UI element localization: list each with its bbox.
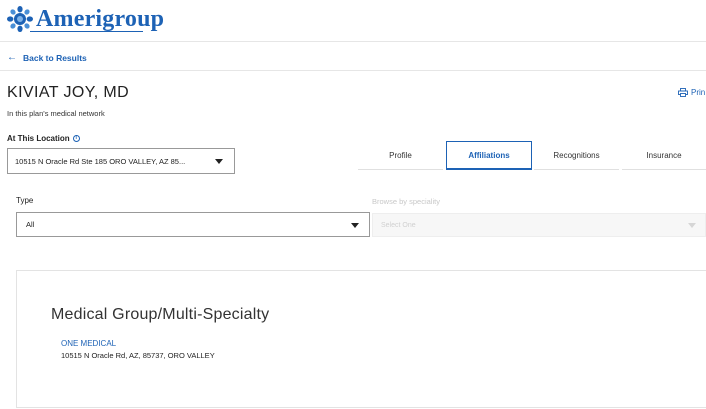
specialty-filter-placeholder: Select One [381, 221, 416, 229]
affiliated-org-link[interactable]: ONE MEDICAL [61, 339, 116, 348]
location-selected-value: 10515 N Oracle Rd Ste 185 ORO VALLEY, AZ… [15, 156, 186, 166]
chevron-down-icon [688, 223, 696, 228]
provider-tabs: Profile Affiliations Recognitions Insura… [358, 141, 706, 170]
printer-icon [678, 88, 688, 97]
brand-name: Amerigroup [36, 5, 165, 32]
location-select[interactable]: 10515 N Oracle Rd Ste 185 ORO VALLEY, AZ… [7, 148, 235, 174]
left-arrow-icon: ← [7, 52, 17, 63]
tab-recognitions[interactable]: Recognitions [534, 141, 619, 170]
print-button[interactable]: Prin [678, 88, 705, 97]
network-status-note: In this plan's medical network [7, 109, 105, 118]
specialty-filter-select: Select One [372, 213, 706, 237]
tab-affiliations-label: Affiliations [468, 150, 510, 160]
nav-divider [0, 70, 706, 71]
specialty-filter-label: Browse by speciality [372, 197, 440, 206]
type-filter-select[interactable]: All [16, 212, 370, 237]
header-divider [0, 41, 706, 42]
back-to-results-link[interactable]: ← Back to Results [7, 52, 87, 63]
print-label: Prin [691, 88, 706, 97]
amerigroup-logo[interactable]: Amerigroup [7, 4, 164, 34]
tab-recognitions-label: Recognitions [553, 150, 600, 160]
logo-underline [30, 31, 143, 32]
back-link-label: Back to Results [23, 52, 87, 63]
tab-affiliations[interactable]: Affiliations [446, 141, 532, 170]
tab-profile-label: Profile [389, 150, 412, 160]
location-label: At This Location i [7, 134, 80, 143]
type-filter-label: Type [16, 196, 34, 205]
affiliated-org-address: 10515 N Oracle Rd, AZ, 85737, ORO VALLEY [61, 351, 215, 360]
sunburst-logo-icon [7, 6, 33, 32]
chevron-down-icon [215, 159, 223, 164]
chevron-down-icon [351, 223, 359, 228]
tab-insurance[interactable]: Insurance [622, 141, 706, 170]
type-filter-value: All [26, 220, 35, 229]
affiliation-group-heading: Medical Group/Multi-Specialty [51, 306, 270, 323]
tab-profile[interactable]: Profile [358, 141, 443, 170]
affiliation-card [16, 270, 706, 408]
location-label-text: At This Location [7, 134, 70, 143]
provider-name: KIVIAT JOY, MD [7, 84, 130, 101]
info-icon[interactable]: i [72, 135, 80, 142]
tab-insurance-label: Insurance [646, 150, 682, 160]
